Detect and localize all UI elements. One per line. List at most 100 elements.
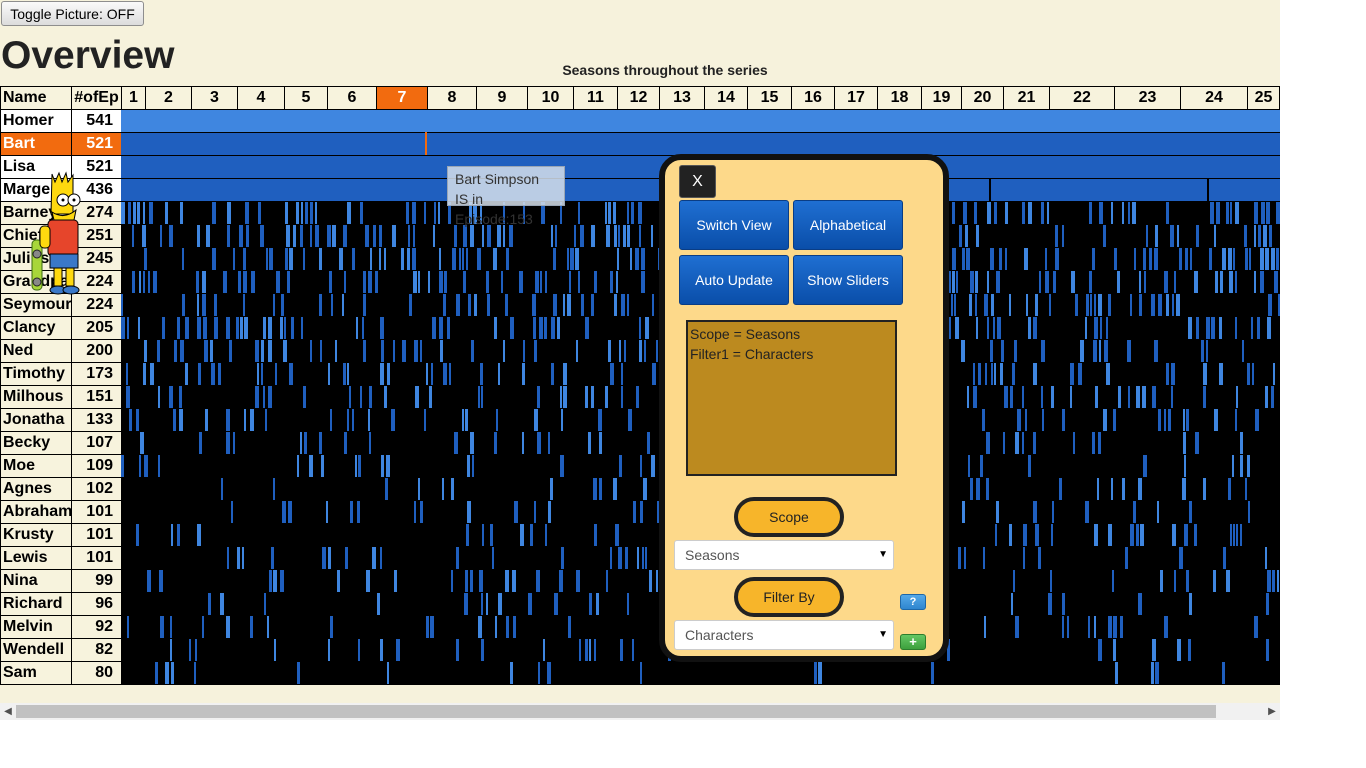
row-name[interactable]: Timothy [0,362,72,386]
season-header-24[interactable]: 24 [1181,86,1248,110]
season-header-16[interactable]: 16 [792,86,835,110]
season-header-17[interactable]: 17 [835,86,878,110]
season-header-1[interactable]: 1 [121,86,146,110]
row-name[interactable]: Clancy [0,316,72,340]
presence-mark [991,363,993,385]
heatmap-row[interactable] [155,662,1225,684]
season-header-10[interactable]: 10 [528,86,574,110]
row-name[interactable]: Homer [0,109,72,133]
row-name[interactable]: Moe [0,454,72,478]
row-name[interactable]: Krusty [0,523,72,547]
row-name[interactable]: Wendell [0,638,72,662]
presence-mark [373,225,376,247]
switch-view-button[interactable]: Switch View [679,200,789,250]
season-header-19[interactable]: 19 [922,86,962,110]
row-name[interactable]: Milhous [0,385,72,409]
season-header-4[interactable]: 4 [238,86,285,110]
presence-mark [522,432,524,454]
season-header-11[interactable]: 11 [574,86,618,110]
presence-mark [257,363,259,385]
presence-mark [548,432,550,454]
season-header-12[interactable]: 12 [618,86,660,110]
season-header-15[interactable]: 15 [748,86,792,110]
season-header-6[interactable]: 6 [328,86,377,110]
presence-mark [143,363,146,385]
presence-mark [548,501,551,523]
help-button[interactable]: ? [900,594,926,610]
presence-mark [1073,432,1075,454]
presence-mark [1050,570,1052,592]
row-name[interactable]: Melvin [0,615,72,639]
toggle-picture-button[interactable]: Toggle Picture: OFF [1,1,144,26]
row-name[interactable]: Abraham [0,500,72,524]
season-header-7[interactable]: 7 [377,86,428,110]
heatmap-row[interactable] [121,110,1280,132]
show-sliders-button[interactable]: Show Sliders [793,255,903,305]
row-name[interactable]: Nina [0,569,72,593]
heatmap-row[interactable] [121,133,1280,155]
presence-mark [560,455,564,477]
presence-mark [1049,294,1051,316]
presence-mark [245,202,249,224]
presence-mark [1059,478,1062,500]
presence-mark [596,593,599,615]
season-header-21[interactable]: 21 [1004,86,1050,110]
presence-mark [240,317,243,339]
season-header-23[interactable]: 23 [1115,86,1181,110]
season-header-5[interactable]: 5 [285,86,328,110]
row-name[interactable]: Jonatha [0,408,72,432]
tooltip-episode: IS in Episode:153 [455,191,533,227]
season-header-9[interactable]: 9 [477,86,528,110]
presence-mark [1265,386,1268,408]
season-header-2[interactable]: 2 [146,86,192,110]
presence-mark [969,294,972,316]
presence-mark [647,432,650,454]
season-header-14[interactable]: 14 [705,86,748,110]
presence-mark [281,294,284,316]
auto-update-button[interactable]: Auto Update [679,255,789,305]
column-header-episode-count[interactable]: #ofEp [71,86,122,110]
presence-mark [1118,386,1121,408]
scope-button[interactable]: Scope [734,497,844,537]
presence-mark [415,386,419,408]
season-header-3[interactable]: 3 [192,86,238,110]
arrow-right-icon[interactable]: ▶ [1265,703,1279,720]
add-filter-button[interactable]: + [900,634,926,650]
season-header-25[interactable]: 25 [1248,86,1280,110]
season-header-18[interactable]: 18 [878,86,922,110]
scope-select[interactable]: Seasons ▼ [674,540,894,570]
filter-select[interactable]: Characters ▼ [674,620,894,650]
filter-by-button[interactable]: Filter By [734,577,844,617]
row-name[interactable]: Lewis [0,546,72,570]
row-name[interactable]: Bart [0,132,72,156]
alphabetical-button[interactable]: Alphabetical [793,200,903,250]
horizontal-scrollbar[interactable]: ◀ ▶ [0,703,1280,720]
season-header-8[interactable]: 8 [428,86,477,110]
presence-mark [560,386,562,408]
presence-mark [1130,524,1134,546]
presence-mark [1128,202,1130,224]
presence-mark [384,386,387,408]
presence-mark [1183,409,1185,431]
presence-mark [1051,524,1053,546]
close-button[interactable]: X [679,165,716,198]
season-header-22[interactable]: 22 [1050,86,1115,110]
presence-mark [996,271,1000,293]
row-name[interactable]: Becky [0,431,72,455]
presence-mark [570,248,574,270]
row-name[interactable]: Agnes [0,477,72,501]
presence-mark [1203,363,1207,385]
row-name[interactable]: Sam [0,661,72,685]
row-name[interactable]: Ned [0,339,72,363]
presence-mark [462,409,464,431]
season-header-13[interactable]: 13 [660,86,705,110]
presence-mark [1236,386,1238,408]
column-header-name[interactable]: Name [0,86,72,110]
row-name[interactable]: Richard [0,592,72,616]
scrollbar-thumb[interactable] [16,705,1216,718]
presence-mark [931,662,934,684]
presence-mark [355,455,357,477]
season-header-20[interactable]: 20 [962,86,1004,110]
presence-mark [202,616,204,638]
arrow-left-icon[interactable]: ◀ [1,703,15,720]
